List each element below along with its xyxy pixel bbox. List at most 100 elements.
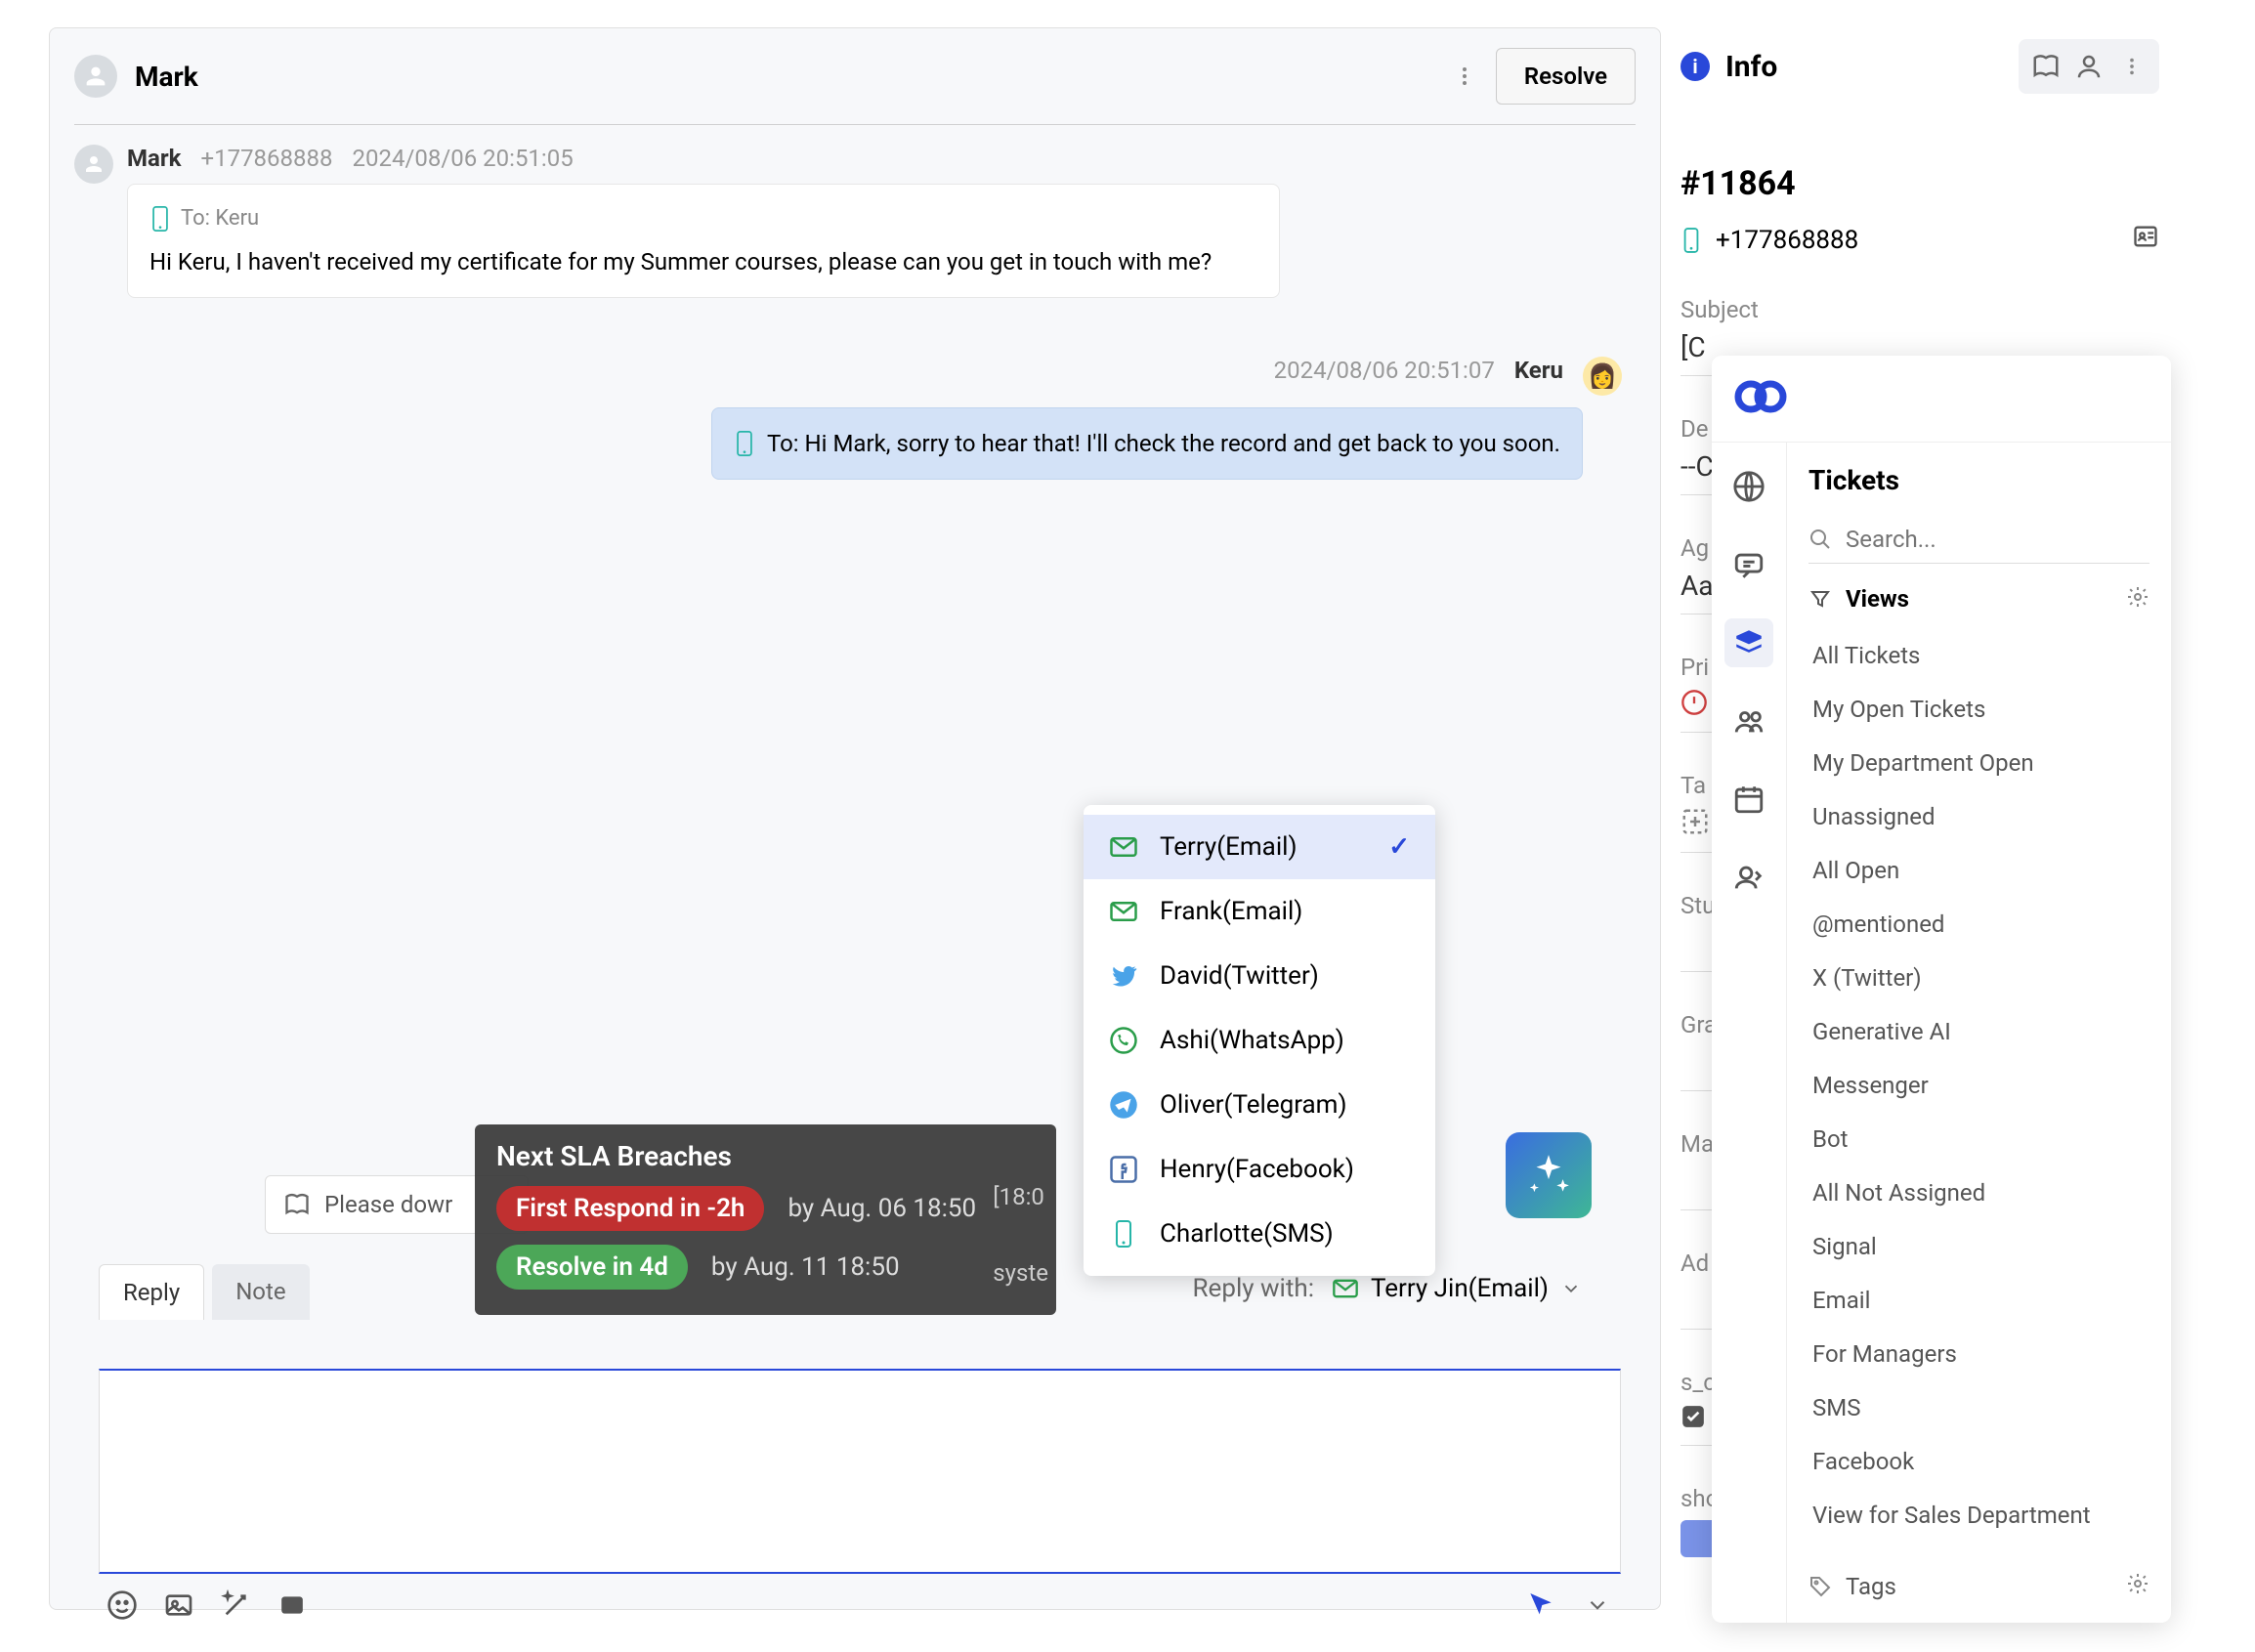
twitter-icon — [1109, 961, 1138, 991]
card-button[interactable] — [275, 1588, 310, 1623]
view-mentioned[interactable]: @mentioned — [1808, 899, 2149, 950]
app-logo — [1712, 356, 2171, 442]
phone-number: +177868888 — [1716, 226, 1858, 255]
message-body: Hi Keru, I haven't received my certifica… — [149, 244, 1257, 279]
customer-avatar — [74, 55, 117, 98]
book-button[interactable] — [2028, 49, 2064, 84]
ticket-number: #11864 — [1681, 164, 2159, 203]
message-bubble: To: Keru Hi Keru, I haven't received my … — [127, 184, 1280, 298]
check-icon: ✓ — [1388, 832, 1410, 862]
view-all-tickets[interactable]: All Tickets — [1808, 630, 2149, 681]
sidebar-chat-icon[interactable] — [1724, 540, 1773, 589]
agent-avatar: 👩 — [1583, 357, 1622, 396]
messages-area: Mark +177868888 2024/08/06 20:51:05 To: … — [50, 125, 1660, 529]
tab-note[interactable]: Note — [212, 1264, 309, 1320]
phone-row: +177868888 — [1681, 223, 2159, 257]
message-incoming: Mark +177868888 2024/08/06 20:51:05 To: … — [74, 145, 1636, 298]
view-twitter[interactable]: X (Twitter) — [1808, 953, 2149, 1003]
chevron-down-icon[interactable] — [1580, 1588, 1615, 1623]
view-signal[interactable]: Signal — [1808, 1221, 2149, 1272]
telegram-icon — [1109, 1090, 1138, 1120]
email-icon — [1332, 1275, 1359, 1302]
reply-option-henry-facebook[interactable]: Henry(Facebook) — [1084, 1137, 1435, 1202]
tags-settings-button[interactable] — [2126, 1572, 2149, 1601]
sender-name: Mark — [127, 145, 181, 172]
facebook-icon — [1109, 1155, 1138, 1184]
reply-option-ashi-whatsapp[interactable]: Ashi(WhatsApp) — [1084, 1008, 1435, 1073]
info-title: Info — [1725, 50, 1777, 84]
sender-phone: +177868888 — [200, 145, 332, 172]
reply-option-oliver-telegram[interactable]: Oliver(Telegram) — [1084, 1073, 1435, 1137]
info-icon: i — [1681, 52, 1710, 81]
view-bot[interactable]: Bot — [1808, 1114, 2149, 1165]
sms-icon — [734, 431, 755, 456]
view-my-department[interactable]: My Department Open — [1808, 738, 2149, 788]
conversation-panel: Mark Resolve Mark +177868888 2024/08/06 … — [49, 27, 1661, 1610]
magic-wand-button[interactable] — [218, 1588, 253, 1623]
reply-with-select[interactable]: Terry Jin(Email) — [1332, 1274, 1582, 1303]
view-my-open[interactable]: My Open Tickets — [1808, 684, 2149, 735]
reply-with-label: Reply with: — [1193, 1274, 1314, 1303]
subject-label: Subject — [1681, 296, 2159, 323]
attachment-button[interactable] — [161, 1588, 196, 1623]
view-sales-department[interactable]: View for Sales Department — [1808, 1490, 2149, 1541]
compose-textarea[interactable] — [99, 1369, 1621, 1574]
reply-option-david-twitter[interactable]: David(Twitter) — [1084, 944, 1435, 1008]
view-for-managers[interactable]: For Managers — [1808, 1329, 2149, 1379]
sla-first-respond-by: by Aug. 06 18:50 — [787, 1194, 976, 1223]
sla-first-respond-pill: First Respond in -2h — [496, 1186, 764, 1231]
sms-icon — [1109, 1219, 1138, 1249]
tab-reply[interactable]: Reply — [99, 1264, 204, 1320]
customer-name: Mark — [135, 61, 1445, 93]
tags-label: Tags — [1846, 1573, 1896, 1600]
view-generative-ai[interactable]: Generative AI — [1808, 1006, 2149, 1057]
view-all-open[interactable]: All Open — [1808, 845, 2149, 896]
sms-icon — [149, 206, 171, 232]
view-sms[interactable]: SMS — [1808, 1382, 2149, 1433]
person-button[interactable] — [2071, 49, 2106, 84]
view-all-not-assigned[interactable]: All Not Assigned — [1808, 1167, 2149, 1218]
message-meta-outgoing: 2024/08/06 20:51:07 Keru 👩 — [74, 357, 1622, 396]
ai-assist-button[interactable] — [1506, 1132, 1592, 1218]
more-button[interactable] — [2114, 49, 2149, 84]
views-settings-button[interactable] — [2126, 585, 2149, 613]
cursor-icon[interactable] — [1523, 1588, 1558, 1623]
views-list: All Tickets My Open Tickets My Departmen… — [1808, 630, 2149, 1541]
message-meta: Mark +177868888 2024/08/06 20:51:05 — [127, 145, 1636, 172]
reply-option-frank-email[interactable]: Frank(Email) — [1084, 879, 1435, 944]
plus-icon[interactable] — [1681, 807, 1710, 836]
filter-icon — [1808, 587, 1832, 611]
contact-card-icon[interactable] — [2132, 223, 2159, 257]
sidebar-team-icon[interactable] — [1724, 697, 1773, 745]
message-timestamp: 2024/08/06 20:51:05 — [352, 145, 573, 172]
view-messenger[interactable]: Messenger — [1808, 1060, 2149, 1111]
view-facebook[interactable]: Facebook — [1808, 1436, 2149, 1487]
sidebar-globe-icon[interactable] — [1724, 462, 1773, 511]
tags-header: Tags — [1808, 1558, 2149, 1601]
tickets-title: Tickets — [1808, 464, 2149, 496]
chevron-down-icon — [1560, 1278, 1582, 1299]
sidebar-tickets-icon[interactable] — [1724, 618, 1773, 667]
header-more-button[interactable] — [1445, 57, 1484, 96]
compose-toolbar — [99, 1574, 1621, 1636]
reply-option-charlotte-sms[interactable]: Charlotte(SMS) — [1084, 1202, 1435, 1266]
tickets-search-input[interactable] — [1846, 526, 2149, 553]
message-timestamp: 2024/08/06 20:51:07 — [1274, 357, 1495, 396]
reply-option-terry-email[interactable]: Terry(Email) ✓ — [1084, 815, 1435, 879]
sidebar-calendar-icon[interactable] — [1724, 775, 1773, 824]
checkbox-checked-icon[interactable] — [1681, 1404, 1706, 1429]
tickets-sidebar — [1712, 443, 1787, 1623]
emoji-button[interactable] — [105, 1588, 140, 1623]
resolve-button[interactable]: Resolve — [1496, 48, 1636, 105]
whatsapp-icon — [1109, 1026, 1138, 1055]
reply-with-bar: Reply with: Terry Jin(Email) — [1193, 1274, 1582, 1303]
sender-name: Keru — [1514, 357, 1563, 396]
tag-icon — [1808, 1575, 1832, 1598]
reply-with-dropdown[interactable]: Terry(Email) ✓ Frank(Email) David(Twitte… — [1084, 805, 1435, 1276]
view-unassigned[interactable]: Unassigned — [1808, 791, 2149, 842]
message-avatar — [74, 145, 113, 184]
sidebar-contacts-icon[interactable] — [1724, 853, 1773, 902]
tickets-search[interactable] — [1808, 516, 2149, 564]
message-bubble-outgoing: To: Hi Mark, sorry to hear that! I'll ch… — [711, 407, 1583, 480]
view-email[interactable]: Email — [1808, 1275, 2149, 1326]
